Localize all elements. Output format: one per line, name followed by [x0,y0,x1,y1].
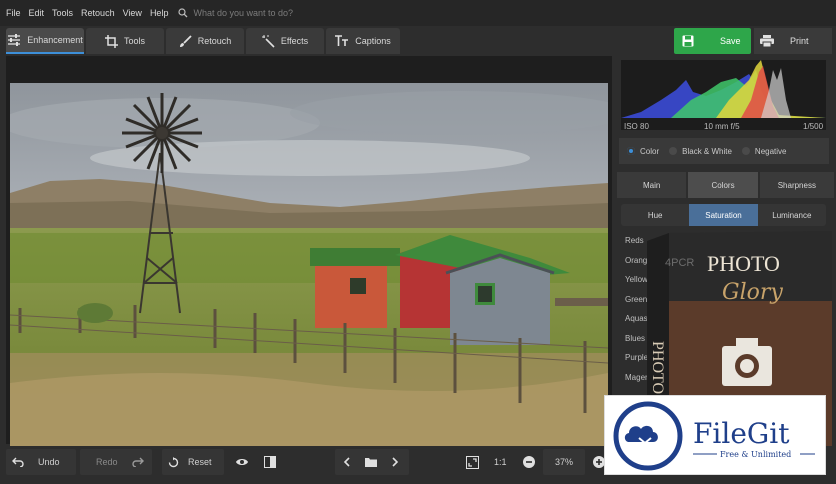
tab-effects[interactable]: Effects [246,28,324,54]
undo-button[interactable]: Undo [6,449,76,475]
tab-retouch[interactable]: Retouch [166,28,244,54]
histogram-lens: 10 mm f/5 [704,122,740,131]
menu-tools[interactable]: Tools [52,8,73,18]
undo-label: Undo [38,457,60,467]
radio-negative[interactable]: Negative [741,146,787,156]
panel-tabs: Main Colors Sharpness [617,172,836,198]
color-mode-selector: Color Black & White Negative [619,138,829,164]
promo-title: PHOTO [707,251,780,276]
promo-spine-text: PHOTO [649,341,666,394]
compare-toggle[interactable] [264,449,276,475]
compare-icon [264,456,276,468]
tab-sharpness[interactable]: Sharpness [759,172,834,198]
actual-size-button[interactable]: 1:1 [494,449,507,475]
bottom-toolbar: Undo Redo Reset 1:1 37% [0,446,615,478]
image-canvas[interactable] [6,56,612,473]
radio-color[interactable]: Color [627,147,659,156]
save-label: Save [720,36,741,46]
reset-label: Reset [188,457,212,467]
reset-button[interactable]: Reset [162,449,224,475]
color-mode-tabs: Hue Saturation Luminance [621,204,826,226]
menu-bar: File Edit Tools Retouch View Help What d… [0,0,836,26]
print-label: Print [790,36,809,46]
menu-view[interactable]: View [123,8,142,18]
radio-black-white-label: Black & White [682,146,732,156]
menu-help[interactable]: Help [150,8,169,18]
histogram-shutter: 1/500 [803,122,824,131]
promo-script-title: Glory [722,280,783,305]
tab-enhancement[interactable]: Enhancement [6,28,84,54]
filegit-tagline: Free & Unlimited [720,450,791,459]
promo-watermark: 4PCR [665,257,694,269]
magic-wand-icon [261,34,275,48]
redo-icon [131,457,144,467]
fit-to-screen-button[interactable] [466,449,480,475]
histogram: ISO 80 10 mm f/5 1/500 [621,60,826,131]
redo-label: Redo [96,457,118,467]
radio-dot [741,147,750,155]
filegit-brand: FileGit [693,417,790,450]
reset-icon [168,456,179,467]
mode-saturation[interactable]: Saturation [689,204,758,226]
app-window: File Edit Tools Retouch View Help What d… [0,0,836,484]
folder-icon[interactable] [365,457,377,467]
file-navigator [335,449,409,475]
mode-luminance[interactable]: Luminance [758,204,826,226]
next-icon[interactable] [391,457,399,467]
zoom-out-button[interactable] [523,449,535,475]
radio-negative-label: Negative [754,146,787,156]
radio-color-label: Color [640,146,660,156]
save-button[interactable]: Save [674,28,751,54]
command-search[interactable]: What do you want to do? [178,8,293,18]
text-icon [335,35,349,46]
crop-icon [104,34,118,48]
prev-icon[interactable] [343,457,351,467]
filegit-logo: FileGit Free & Unlimited [613,401,815,471]
tab-captions[interactable]: Captions [326,28,400,54]
sliders-icon [8,34,21,46]
undo-icon [12,457,24,467]
tab-tools-label: Tools [123,36,145,46]
tab-retouch-label: Retouch [197,36,232,46]
radio-black-white[interactable]: Black & White [669,147,732,156]
mode-hue[interactable]: Hue [621,204,689,226]
tab-enhancement-label: Enhancement [27,35,83,45]
print-button[interactable]: Print [754,28,832,54]
tab-captions-label: Captions [355,36,391,46]
floppy-disk-icon [682,35,694,47]
fit-screen-icon [466,455,479,469]
printer-icon [760,35,774,47]
histogram-graph [621,60,826,118]
filegit-watermark: FileGit Free & Unlimited [604,395,826,475]
search-icon [178,8,188,18]
minus-icon [523,456,535,468]
radio-dot [669,147,678,155]
tab-colors[interactable]: Colors [688,172,758,198]
radio-dot [627,147,635,155]
menu-file[interactable]: File [6,8,21,18]
eye-icon [236,459,248,465]
brush-icon [179,34,192,47]
menu-edit[interactable]: Edit [29,8,45,18]
tab-tools[interactable]: Tools [86,28,164,54]
tab-effects-label: Effects [280,36,309,46]
edited-photo [10,83,608,473]
redo-button[interactable]: Redo [80,449,152,475]
preview-toggle[interactable] [235,449,249,475]
main-toolbar: Enhancement Tools Retouch Effects Captio… [0,26,836,56]
histogram-iso: ISO 80 [624,122,649,131]
menu-retouch[interactable]: Retouch [81,8,115,18]
zoom-level[interactable]: 37% [543,449,585,475]
tab-main[interactable]: Main [617,172,687,198]
search-placeholder: What do you want to do? [193,8,294,18]
